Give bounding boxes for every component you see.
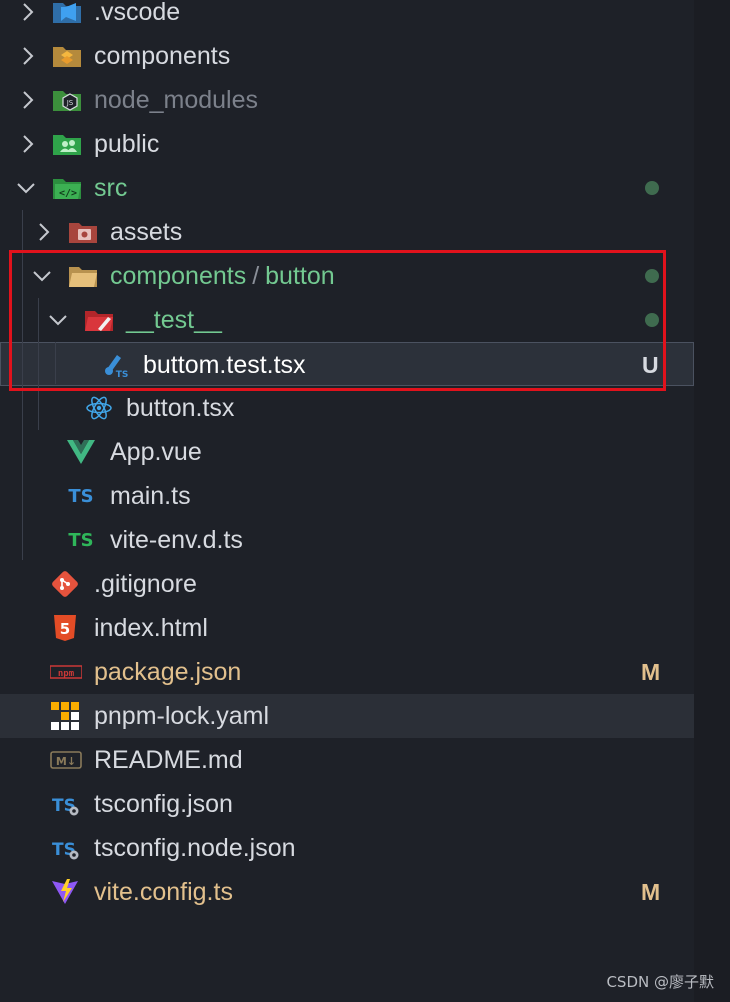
folder-assets-icon	[68, 217, 98, 247]
git-status-badge: U	[642, 352, 659, 378]
npm-icon: npm	[50, 657, 82, 687]
tree-item-src[interactable]: </> src	[0, 166, 694, 210]
pnpm-icon	[50, 701, 80, 731]
git-status-dot	[645, 313, 659, 327]
tree-item-readme-md[interactable]: M↓ README.md	[0, 738, 694, 782]
tree-item-label: pnpm-lock.yaml	[94, 702, 270, 730]
tree-item-label: README.md	[94, 746, 243, 774]
indent-guide	[38, 298, 39, 430]
tree-item-assets[interactable]: assets	[0, 210, 694, 254]
html5-icon: 5	[50, 613, 80, 643]
tree-item-label: .vscode	[94, 0, 181, 26]
react-icon	[84, 393, 114, 423]
tree-item-button-tsx[interactable]: button.tsx	[0, 386, 694, 430]
svg-text:</>: </>	[59, 188, 77, 199]
tree-item-label: button.tsx	[126, 394, 235, 422]
tree-item-test[interactable]: __test__	[0, 298, 694, 342]
folder-segment-components[interactable]: components	[110, 262, 246, 290]
git-icon	[50, 569, 80, 599]
file-tree: .vscode components JS node_modules publi…	[0, 0, 694, 914]
tree-item-components[interactable]: components	[0, 34, 694, 78]
tree-item-vscode[interactable]: .vscode	[0, 0, 694, 34]
chevron-down-icon[interactable]	[16, 178, 36, 198]
tree-item-label: components / button	[110, 262, 335, 290]
chevron-down-icon[interactable]	[32, 266, 52, 286]
test-tsx-icon: TS	[101, 349, 131, 379]
folder-open-icon	[68, 261, 98, 291]
tree-item-node-modules[interactable]: JS node_modules	[0, 78, 694, 122]
indent-guide	[22, 210, 23, 560]
vue-icon	[66, 437, 96, 467]
tree-item-label: App.vue	[110, 438, 202, 466]
tree-item-main-ts[interactable]: TS main.ts	[0, 474, 694, 518]
chevron-right-icon[interactable]	[18, 2, 38, 22]
tree-item-label: package.json	[94, 658, 242, 686]
folder-components-icon	[52, 41, 82, 71]
svg-text:JS: JS	[66, 99, 74, 107]
folder-src-icon: </>	[52, 173, 82, 203]
typescript-icon: TS	[68, 485, 94, 507]
chevron-right-icon[interactable]	[18, 46, 38, 66]
tree-item-label: components	[94, 42, 231, 70]
scrollbar-track[interactable]	[694, 0, 730, 1002]
markdown-icon: M↓	[50, 745, 82, 775]
folder-test-icon	[84, 305, 114, 335]
tsconfig-icon: TS	[50, 833, 80, 863]
tree-item-buttom-test-tsx[interactable]: TS buttom.test.tsx U	[0, 342, 694, 386]
file-explorer-panel: .vscode components JS node_modules publi…	[0, 0, 730, 1002]
typescript-def-icon: TS	[68, 529, 94, 551]
tree-item-vite-env-d-ts[interactable]: TS vite-env.d.ts	[0, 518, 694, 562]
tree-item-gitignore[interactable]: .gitignore	[0, 562, 694, 606]
folder-node-icon: JS	[52, 85, 82, 115]
chevron-right-icon[interactable]	[18, 90, 38, 110]
git-status-dot	[645, 269, 659, 283]
chevron-right-icon[interactable]	[18, 134, 38, 154]
chevron-down-icon[interactable]	[48, 310, 68, 330]
tsconfig-icon: TS	[50, 789, 80, 819]
tree-item-tsconfig-json[interactable]: TS tsconfig.json	[0, 782, 694, 826]
tree-item-index-html[interactable]: 5 index.html	[0, 606, 694, 650]
tree-item-components-button[interactable]: components / button	[0, 254, 694, 298]
tree-item-pnpm-lock-yaml[interactable]: pnpm-lock.yaml	[0, 694, 694, 738]
svg-text:TS: TS	[116, 370, 129, 379]
tree-item-label: node_modules	[94, 86, 259, 114]
html5-icon-text: 5	[60, 620, 70, 638]
markdown-icon-text: M↓	[56, 755, 76, 768]
tree-item-label: .gitignore	[94, 570, 197, 598]
folder-public-icon	[52, 129, 82, 159]
tree-item-label: assets	[110, 218, 183, 246]
folder-vscode-icon	[52, 0, 82, 27]
path-separator: /	[252, 262, 260, 290]
npm-icon-text: npm	[58, 669, 75, 679]
tree-item-app-vue[interactable]: App.vue	[0, 430, 694, 474]
tree-item-vite-config-ts[interactable]: vite.config.ts M	[0, 870, 694, 914]
tree-item-label: buttom.test.tsx	[143, 351, 306, 379]
folder-segment-button[interactable]: button	[265, 262, 335, 290]
indent-guide	[55, 342, 56, 384]
tree-item-label: vite.config.ts	[94, 878, 233, 906]
chevron-right-icon[interactable]	[34, 222, 54, 242]
git-status-dot	[645, 181, 659, 195]
tree-item-package-json[interactable]: npm package.json M	[0, 650, 694, 694]
tree-item-public[interactable]: public	[0, 122, 694, 166]
tree-item-tsconfig-node-json[interactable]: TS tsconfig.node.json	[0, 826, 694, 870]
tree-item-label: tsconfig.node.json	[94, 834, 296, 862]
git-status-badge: M	[641, 659, 661, 685]
tree-item-label: src	[94, 174, 128, 202]
tree-item-label: index.html	[94, 614, 208, 642]
tree-item-label: tsconfig.json	[94, 790, 233, 818]
tree-item-label: public	[94, 130, 160, 158]
tree-item-label: main.ts	[110, 482, 191, 510]
watermark: CSDN @廖子默	[606, 973, 714, 991]
vite-icon	[50, 877, 80, 907]
tree-item-label: vite-env.d.ts	[110, 526, 243, 554]
tree-item-label: __test__	[126, 306, 222, 334]
git-status-badge: M	[641, 879, 661, 905]
